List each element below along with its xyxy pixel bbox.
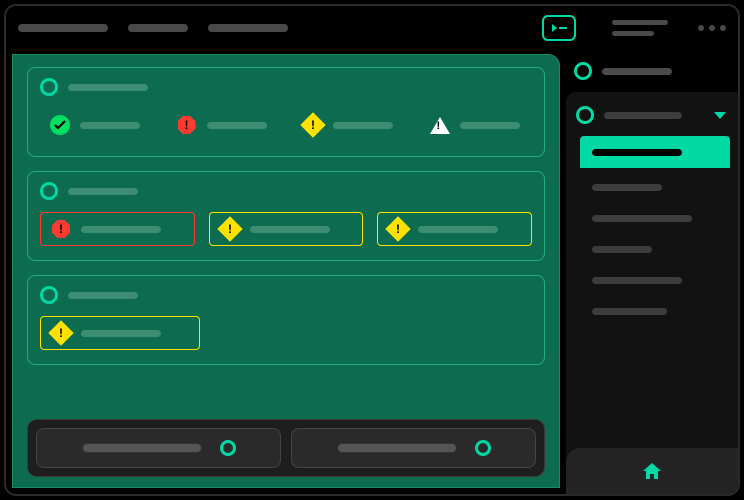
main-panel: ! !: [12, 54, 560, 488]
octagon-alert-icon: !: [177, 115, 197, 135]
diamond-alert-icon: !: [220, 219, 240, 239]
device-2[interactable]: [291, 428, 536, 468]
sidebar-item[interactable]: [566, 203, 738, 234]
ring-icon: [40, 182, 58, 200]
sidebar-group-header[interactable]: [566, 102, 738, 134]
triangle-alert-icon: [430, 115, 450, 135]
section-title: [68, 188, 138, 195]
section-title: [68, 292, 138, 299]
octagon-alert-icon: !: [51, 219, 71, 239]
home-button[interactable]: [566, 448, 738, 494]
status-chip-warning[interactable]: !: [209, 212, 364, 246]
diamond-alert-icon: !: [388, 219, 408, 239]
status-section-2: ! ! !: [27, 171, 545, 261]
home-icon: [641, 461, 663, 481]
sidebar-top-label: [602, 68, 672, 75]
tab-3[interactable]: [208, 24, 288, 32]
section-title: [68, 84, 148, 91]
ring-icon: [40, 78, 58, 96]
device-bay: [27, 419, 545, 477]
device-slot-icon: [82, 443, 202, 453]
console-button[interactable]: [542, 15, 576, 41]
ring-icon: [576, 106, 594, 124]
tab-2[interactable]: [128, 24, 188, 32]
status-section-1: ! !: [27, 67, 545, 157]
diamond-alert-icon: !: [303, 115, 323, 135]
check-circle-icon: [50, 115, 70, 135]
status-chip-ok[interactable]: [40, 108, 153, 142]
power-led-icon: [475, 440, 491, 456]
sidebar-item-active[interactable]: [580, 136, 730, 168]
sidebar-item[interactable]: [566, 172, 738, 203]
sidebar: [566, 50, 738, 494]
status-chip-warning[interactable]: !: [293, 108, 406, 142]
underscore-icon: [559, 27, 567, 29]
status-chip-warning[interactable]: !: [377, 212, 532, 246]
topbar-meta: [612, 20, 668, 36]
ring-icon: [40, 286, 58, 304]
sidebar-item[interactable]: [566, 265, 738, 296]
topbar: [6, 6, 738, 50]
chevron-down-icon: [714, 112, 726, 119]
sidebar-item[interactable]: [566, 234, 738, 265]
status-chip-critical[interactable]: !: [167, 108, 280, 142]
status-section-3: !: [27, 275, 545, 365]
more-menu-button[interactable]: [698, 25, 726, 31]
device-slot-icon: [337, 443, 457, 453]
tab-1[interactable]: [18, 24, 108, 32]
caret-right-icon: [552, 24, 557, 32]
status-chip-caution[interactable]: [420, 108, 533, 142]
status-chip-critical[interactable]: !: [40, 212, 195, 246]
ring-icon: [574, 62, 592, 80]
device-1[interactable]: [36, 428, 281, 468]
diamond-alert-icon: !: [51, 323, 71, 343]
power-led-icon: [220, 440, 236, 456]
sidebar-item[interactable]: [566, 296, 738, 327]
status-chip-warning[interactable]: !: [40, 316, 200, 350]
